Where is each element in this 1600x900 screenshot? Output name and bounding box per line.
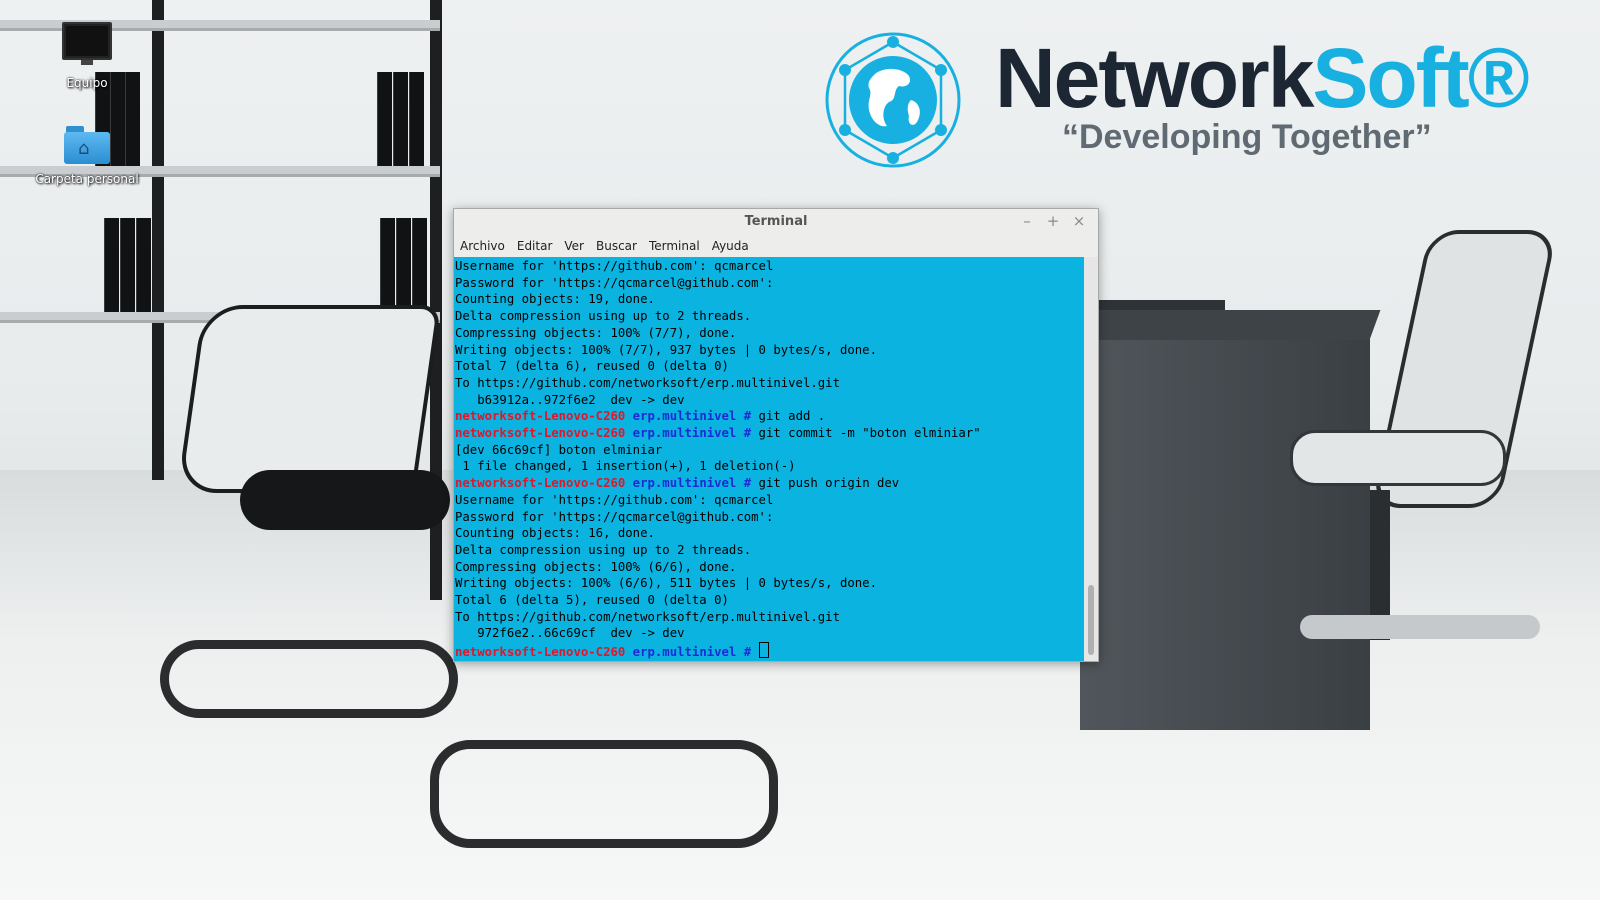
- prompt-path: erp.multinivel #: [625, 476, 759, 491]
- scrollbar-thumb[interactable]: [1088, 585, 1094, 655]
- home-folder-icon: ⌂: [64, 126, 110, 164]
- terminal-output-line: Counting objects: 16, done.: [455, 526, 655, 541]
- terminal-window[interactable]: Terminal – + × Archivo Editar Ver Buscar…: [453, 208, 1099, 662]
- prompt-path: erp.multinivel #: [625, 645, 759, 660]
- terminal-prompt-line: networksoft-Lenovo-C260 erp.multinivel #…: [455, 425, 1084, 442]
- terminal-output[interactable]: Username for 'https://github.com': qcmar…: [454, 257, 1084, 661]
- prompt-path: erp.multinivel #: [625, 426, 759, 441]
- prompt-host: networksoft-Lenovo-C260: [455, 426, 626, 441]
- terminal-output-line: Total 7 (delta 6), reused 0 (delta 0): [455, 359, 729, 374]
- networksoft-globe-logo: [825, 32, 961, 168]
- terminal-output-line: Total 6 (delta 5), reused 0 (delta 0): [455, 593, 729, 608]
- desktop-icon-equipo[interactable]: Equipo: [32, 22, 142, 90]
- terminal-output-line: [dev 66c69cf] boton elminiar: [455, 442, 663, 457]
- brand-name-part2: Soft®: [1312, 31, 1529, 125]
- brand-name-part1: Network: [995, 31, 1314, 125]
- menu-editar[interactable]: Editar: [517, 239, 559, 253]
- menu-archivo[interactable]: Archivo: [460, 239, 511, 253]
- terminal-output-line: Delta compression using up to 2 threads.: [455, 542, 752, 557]
- terminal-output-line: Password for 'https://qcmarcel@github.co…: [455, 509, 774, 524]
- prompt-host: networksoft-Lenovo-C260: [455, 645, 626, 660]
- terminal-output-line: Password for 'https://qcmarcel@github.co…: [455, 275, 774, 290]
- menu-buscar[interactable]: Buscar: [596, 239, 643, 253]
- desktop-icon-label: Carpeta personal: [35, 172, 139, 186]
- terminal-lines: Username for 'https://github.com': qcmar…: [454, 257, 1084, 661]
- terminal-output-line: To https://github.com/networksoft/erp.mu…: [455, 375, 840, 390]
- terminal-output-line: Writing objects: 100% (7/7), 937 bytes |…: [455, 342, 877, 357]
- prompt-path: erp.multinivel #: [625, 409, 759, 424]
- menu-terminal[interactable]: Terminal: [649, 239, 706, 253]
- minimize-button[interactable]: –: [1020, 212, 1034, 230]
- window-titlebar[interactable]: Terminal – + ×: [454, 209, 1098, 235]
- terminal-output-line: Delta compression using up to 2 threads.: [455, 309, 752, 324]
- computer-icon: [62, 22, 112, 65]
- desktop-icon-carpeta-personal[interactable]: ⌂ Carpeta personal: [32, 126, 142, 186]
- terminal-output-line: Writing objects: 100% (6/6), 511 bytes |…: [455, 576, 877, 591]
- terminal-scrollbar[interactable]: [1084, 257, 1098, 661]
- terminal-output-line: Compressing objects: 100% (7/7), done.: [455, 325, 737, 340]
- terminal-prompt-line: networksoft-Lenovo-C260 erp.multinivel #…: [455, 475, 1084, 492]
- terminal-output-line: 1 file changed, 1 insertion(+), 1 deleti…: [455, 459, 796, 474]
- maximize-button[interactable]: +: [1046, 212, 1060, 230]
- menu-ver[interactable]: Ver: [564, 239, 590, 253]
- terminal-output-line: b63912a..972f6e2 dev -> dev: [455, 392, 685, 407]
- command-text: git push origin dev: [758, 476, 900, 491]
- terminal-output-line: Username for 'https://github.com': qcmar…: [455, 259, 774, 273]
- command-text: git add .: [758, 409, 826, 424]
- prompt-host: networksoft-Lenovo-C260: [455, 409, 626, 424]
- brand-name: NetworkSoft®: [995, 36, 1530, 120]
- terminal-output-line: 972f6e2..66c69cf dev -> dev: [455, 626, 685, 641]
- terminal-output-line: To https://github.com/networksoft/erp.mu…: [455, 609, 840, 624]
- terminal-output-line: Compressing objects: 100% (6/6), done.: [455, 559, 737, 574]
- terminal-output-line: Username for 'https://github.com': qcmar…: [455, 492, 774, 507]
- terminal-prompt-line: networksoft-Lenovo-C260 erp.multinivel #: [455, 642, 1084, 661]
- menu-ayuda[interactable]: Ayuda: [712, 239, 755, 253]
- desktop-icon-label: Equipo: [66, 76, 108, 90]
- menu-bar: Archivo Editar Ver Buscar Terminal Ayuda: [454, 235, 1098, 257]
- prompt-host: networksoft-Lenovo-C260: [455, 476, 626, 491]
- text-cursor: [758, 642, 769, 659]
- close-button[interactable]: ×: [1072, 212, 1086, 230]
- terminal-output-line: Counting objects: 19, done.: [455, 292, 655, 307]
- brand-tagline: “Developing Together”: [1062, 118, 1432, 156]
- window-title: Terminal: [744, 214, 808, 229]
- terminal-prompt-line: networksoft-Lenovo-C260 erp.multinivel #…: [455, 408, 1084, 425]
- command-text: git commit -m "boton elminiar": [758, 426, 981, 441]
